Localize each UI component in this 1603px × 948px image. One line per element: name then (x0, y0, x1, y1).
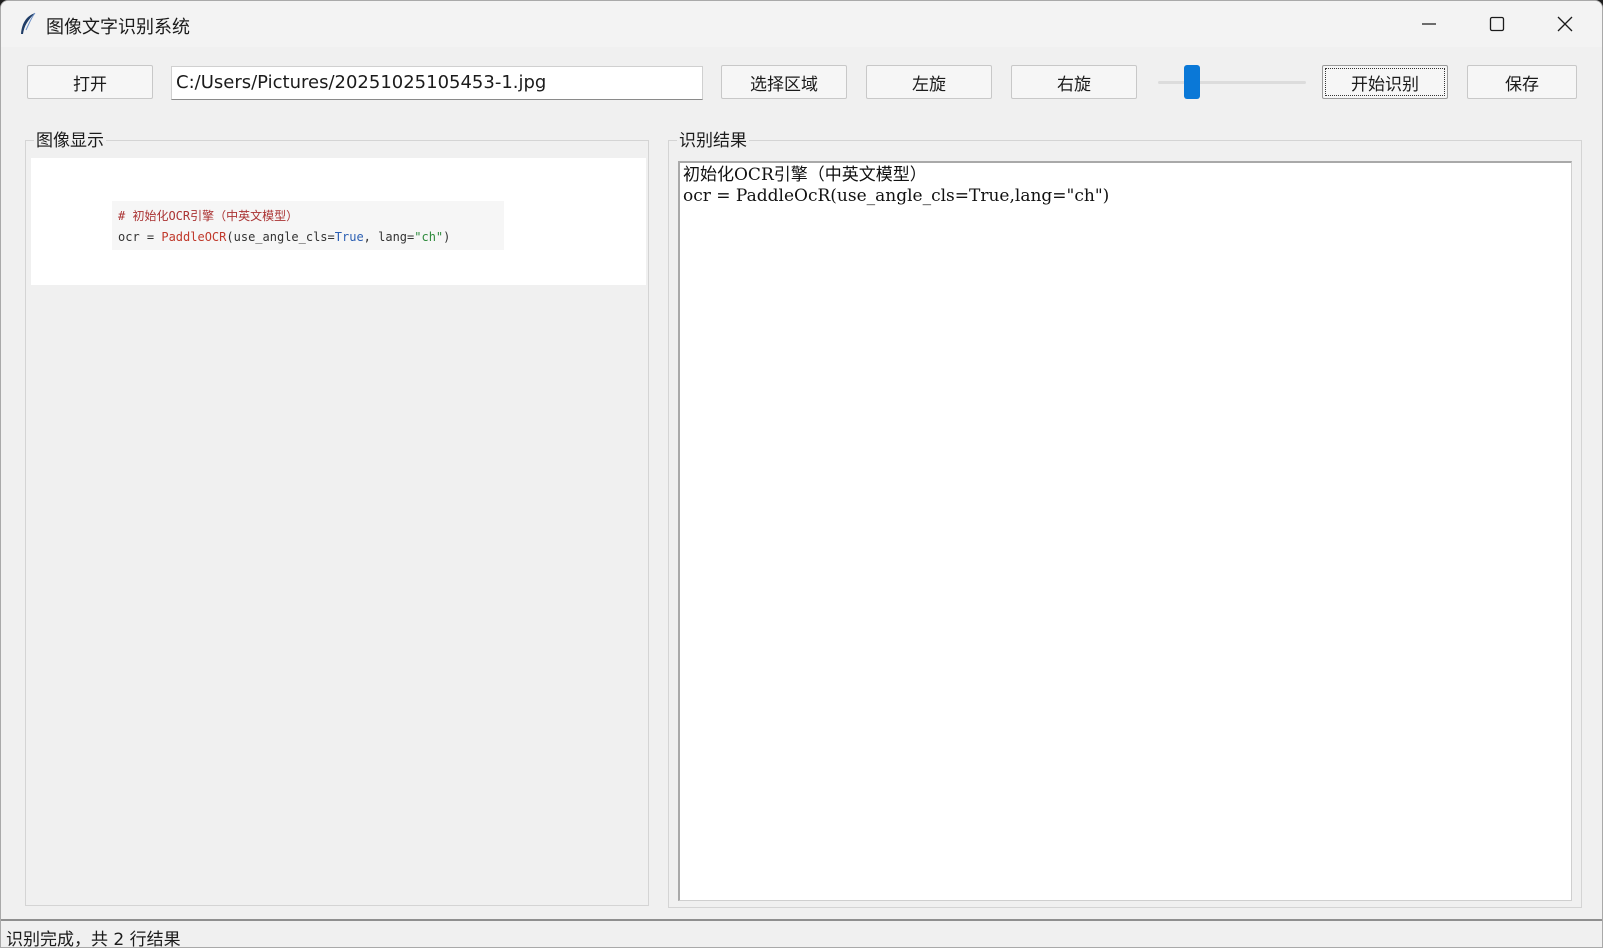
maximize-button[interactable] (1463, 1, 1531, 47)
minimize-icon (1421, 16, 1437, 32)
status-text: 识别完成，共 2 行结果 (6, 930, 181, 948)
image-panel-label: 图像显示 (34, 126, 106, 151)
code-token: "ch" (414, 230, 444, 244)
file-path-input[interactable]: C:/Users/Pictures/20251025105453-1.jpg (171, 66, 703, 100)
slider-track (1158, 81, 1306, 84)
code-token: , lang= (363, 230, 415, 244)
preview-code-snippet: # 初始化OCR引擎（中英文模型） ocr = PaddleOCR(use_an… (112, 201, 504, 250)
preview-code-line-2: ocr = PaddleOCR(use_angle_cls=True, lang… (118, 230, 450, 244)
minimize-button[interactable] (1395, 1, 1463, 47)
title-bar[interactable]: 图像文字识别系统 (1, 1, 1602, 47)
status-bar: 识别完成，共 2 行结果 (1, 919, 1602, 948)
result-textarea[interactable]: 初始化OCR引擎（中英文模型） ocr = PaddleOcR(use_angl… (678, 161, 1572, 901)
result-panel-label: 识别结果 (677, 126, 749, 151)
save-button[interactable]: 保存 (1467, 65, 1577, 99)
app-window: 图像文字识别系统 打开 C:/Users/Pictures/2025102510… (0, 0, 1603, 948)
code-token: ) (443, 230, 451, 244)
zoom-slider[interactable] (1158, 63, 1306, 101)
code-token: True (334, 230, 364, 244)
slider-thumb[interactable] (1184, 65, 1200, 99)
code-token: PaddleOCR (161, 230, 227, 244)
code-token: ocr = (118, 230, 162, 244)
maximize-icon (1489, 16, 1505, 32)
close-button[interactable] (1531, 1, 1599, 47)
preview-code-line-1: # 初始化OCR引擎（中英文模型） (118, 209, 299, 223)
feather-icon (17, 12, 39, 36)
window-title: 图像文字识别系统 (46, 17, 190, 38)
image-preview[interactable]: # 初始化OCR引擎（中英文模型） ocr = PaddleOCR(use_an… (31, 158, 646, 285)
code-token: (use_angle_cls= (226, 230, 335, 244)
start-recognition-button[interactable]: 开始识别 (1322, 65, 1448, 99)
open-button[interactable]: 打开 (27, 65, 153, 99)
rotate-right-button[interactable]: 右旋 (1011, 65, 1137, 99)
rotate-left-button[interactable]: 左旋 (866, 65, 992, 99)
select-region-button[interactable]: 选择区域 (721, 65, 847, 99)
close-icon (1557, 16, 1573, 32)
